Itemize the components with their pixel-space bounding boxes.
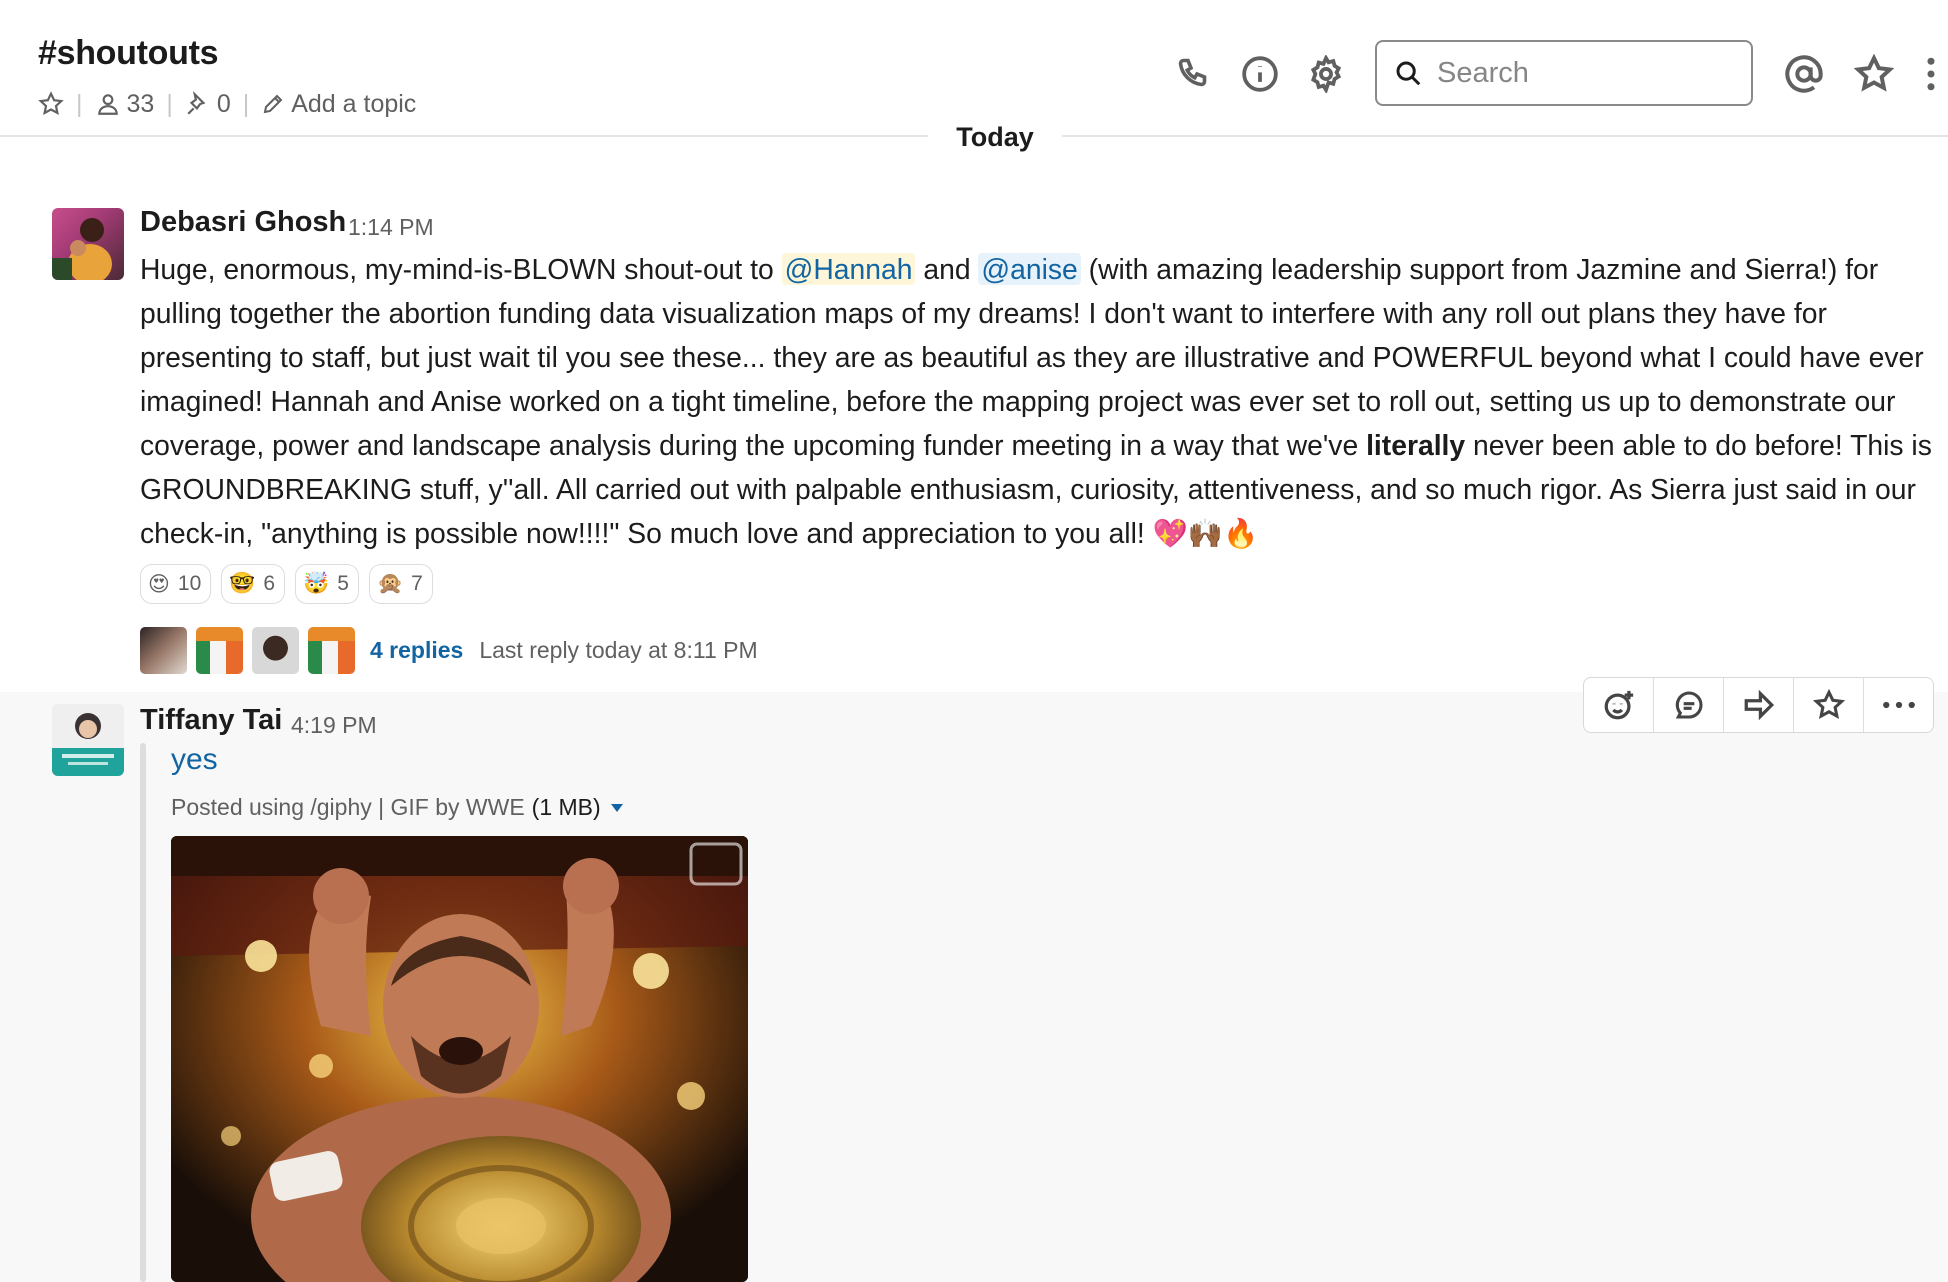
reply-thread-icon xyxy=(1675,691,1703,719)
sender-name[interactable]: Tiffany Tai xyxy=(140,704,282,737)
member-icon xyxy=(97,94,118,115)
mention-icon xyxy=(1785,55,1823,93)
message-timestamp[interactable]: 1:14 PM xyxy=(348,214,434,241)
gif-title-link[interactable]: yes xyxy=(171,743,218,777)
channel-settings-button[interactable] xyxy=(1306,54,1346,94)
reaction-count: 7 xyxy=(411,572,423,595)
member-count-button[interactable]: 33 xyxy=(95,89,155,119)
reaction-mind-blown[interactable]: 🤯 5 xyxy=(295,564,359,604)
gif-image[interactable] xyxy=(171,836,748,1282)
add-reaction-button[interactable] xyxy=(1584,678,1654,732)
more-vertical-icon xyxy=(1927,57,1935,91)
gear-icon xyxy=(1310,55,1342,93)
message-actions-toolbar xyxy=(1583,677,1934,733)
gif-collapse-toggle-icon[interactable] xyxy=(610,803,623,812)
star-icon xyxy=(38,91,64,116)
mentions-button[interactable] xyxy=(1784,54,1824,94)
thread-replies-link[interactable]: 4 replies xyxy=(370,637,463,664)
message-text-part: Huge, enormous, my-mind-is-BLOWN shout-o… xyxy=(140,253,782,285)
custom-emoji: 🙊 xyxy=(376,572,404,595)
pinned-count: 0 xyxy=(216,89,231,118)
reply-avatar xyxy=(196,627,243,674)
meta-separator: | xyxy=(76,89,83,118)
message-bold-text: literally xyxy=(1366,429,1466,461)
reply-avatar xyxy=(140,627,187,674)
more-actions-button[interactable] xyxy=(1864,678,1933,732)
channel-details-button[interactable] xyxy=(1240,54,1280,94)
thread-last-reply: Last reply today at 8:11 PM xyxy=(479,637,758,663)
heart-eyes-emoji: 😍 xyxy=(148,572,170,596)
starred-items-button[interactable] xyxy=(1854,54,1894,94)
meta-separator: | xyxy=(242,89,250,118)
reply-avatar xyxy=(252,627,299,674)
channel-header: #shoutouts | 33 | 0 | Add a topic xyxy=(0,0,1948,134)
phone-icon xyxy=(1178,58,1207,87)
thread-summary[interactable]: 4 replies Last reply today at 8:11 PM xyxy=(140,627,758,674)
reply-in-thread-button[interactable] xyxy=(1654,678,1724,732)
pin-icon xyxy=(187,91,206,115)
gif-size: (1 MB) xyxy=(531,794,601,820)
gif-frame xyxy=(171,836,748,1282)
reaction-heart-eyes[interactable]: 😍 10 xyxy=(140,564,212,604)
reaction-bar: 😍 10 🤓 6 🤯 5 🙊 7 xyxy=(140,564,433,604)
search-box[interactable] xyxy=(1375,40,1753,106)
star-icon xyxy=(1854,54,1894,92)
pencil-icon xyxy=(263,94,283,114)
message-emoji: 💖🙌🏾🔥 xyxy=(1152,517,1259,549)
message-text: Huge, enormous, my-mind-is-BLOWN shout-o… xyxy=(140,247,1935,555)
reaction-count: 5 xyxy=(337,572,349,595)
call-button[interactable] xyxy=(1174,54,1214,94)
avatar-photo xyxy=(52,704,124,776)
channel-title[interactable]: #shoutouts xyxy=(38,34,219,73)
nerd-emoji: 🤓 xyxy=(229,572,256,595)
avatar[interactable] xyxy=(52,208,124,280)
pinned-count-button[interactable]: 0 xyxy=(185,90,231,119)
reaction-count: 6 xyxy=(263,572,276,595)
more-options-button[interactable] xyxy=(1914,54,1948,94)
save-message-button[interactable] xyxy=(1794,678,1864,732)
day-divider-label: Today xyxy=(928,122,1062,153)
reaction-count: 10 xyxy=(177,572,202,595)
info-icon xyxy=(1242,56,1278,92)
reply-avatar xyxy=(308,627,355,674)
reaction-nerd[interactable]: 🤓 6 xyxy=(221,564,286,604)
add-reaction-icon xyxy=(1604,690,1633,720)
message-text-part: and xyxy=(915,253,979,285)
mention-hannah[interactable]: @Hannah xyxy=(781,253,916,285)
sender-name[interactable]: Debasri Ghosh xyxy=(140,206,346,239)
meta-separator: | xyxy=(166,89,173,118)
gif-meta: Posted using /giphy | GIF by WWE (1 MB) xyxy=(171,794,623,821)
reaction-custom[interactable]: 🙊 7 xyxy=(368,564,433,604)
star-icon xyxy=(1812,689,1845,719)
member-count: 33 xyxy=(126,89,155,118)
search-input[interactable] xyxy=(1435,55,1719,91)
add-topic-button[interactable]: Add a topic xyxy=(261,90,416,119)
attachment-bar xyxy=(140,743,146,1282)
avatar-photo xyxy=(52,218,112,280)
gif-source: Posted using /giphy | GIF by WWE xyxy=(171,794,525,820)
add-topic-label: Add a topic xyxy=(291,89,417,118)
mention-anise[interactable]: @anise xyxy=(978,253,1081,285)
avatar[interactable] xyxy=(52,704,124,776)
share-icon xyxy=(1744,689,1774,721)
search-icon xyxy=(1396,61,1421,86)
channel-meta: | 33 | 0 | Add a topic xyxy=(38,86,416,122)
share-message-button[interactable] xyxy=(1724,678,1794,732)
more-icon xyxy=(1882,701,1915,709)
message-timestamp[interactable]: 4:19 PM xyxy=(291,712,377,739)
star-channel-button[interactable] xyxy=(38,91,64,117)
mind-blown-emoji: 🤯 xyxy=(303,572,330,595)
